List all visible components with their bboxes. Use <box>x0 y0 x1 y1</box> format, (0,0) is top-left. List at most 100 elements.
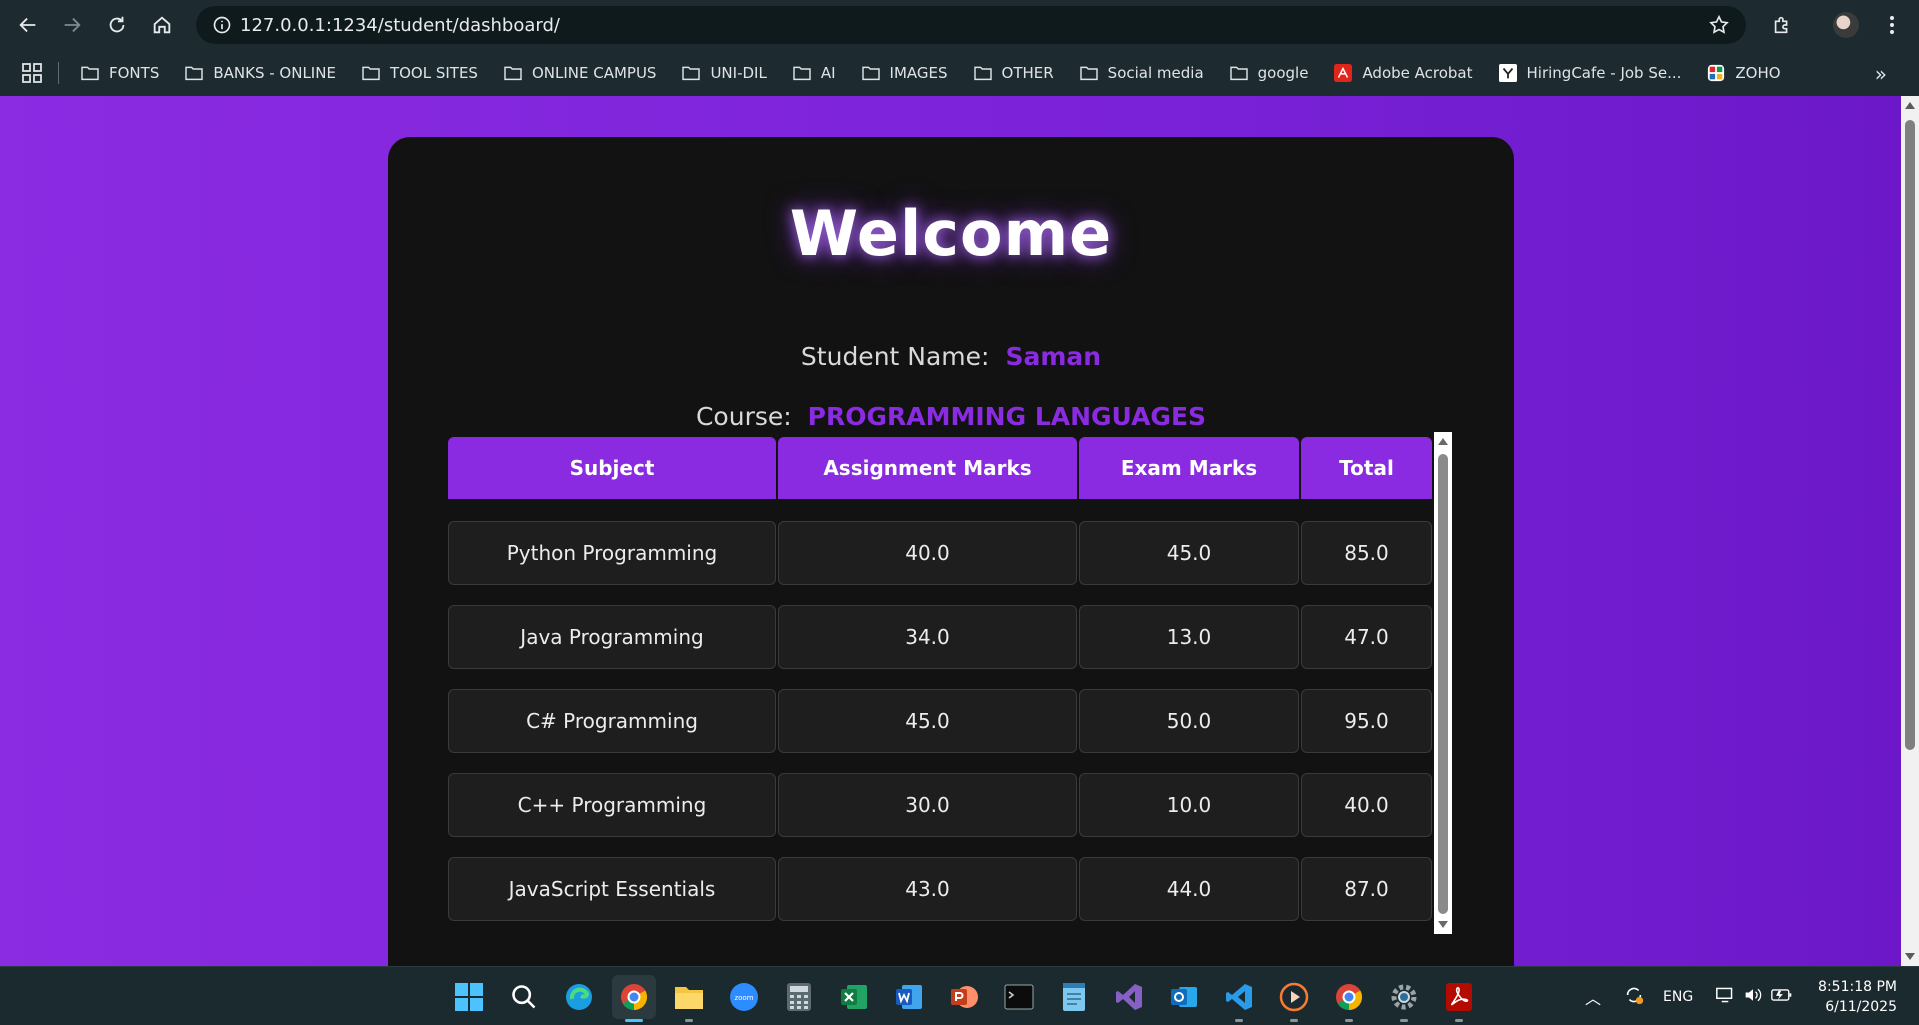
bookmark-ai[interactable]: AI <box>791 64 836 82</box>
taskbar-clock[interactable]: 8:51:18 PM 6/11/2025 <box>1818 977 1897 1017</box>
bookmark-label: ZOHO <box>1735 64 1781 82</box>
taskbar-powerpoint-icon[interactable] <box>942 975 986 1019</box>
system-tray: ︿ ENG <box>1585 967 1793 1025</box>
folder-icon <box>360 64 382 82</box>
bookmarks-overflow-chevron-icon[interactable]: » <box>1875 62 1887 86</box>
taskbar-running-indicator <box>1400 1019 1408 1022</box>
taskbar-running-indicator <box>1290 1019 1298 1022</box>
taskbar-zoom-icon[interactable]: zoom <box>722 975 766 1019</box>
page-viewport: Welcome Student Name: Saman Course: PROGRA… <box>0 96 1919 966</box>
bookmark-label: OTHER <box>1001 64 1054 82</box>
taskbar-notepad-icon[interactable] <box>1052 975 1096 1019</box>
reload-button[interactable] <box>95 3 139 47</box>
taskbar-chrome-icon[interactable] <box>612 975 656 1019</box>
bookmark-zoho[interactable]: ZOHO <box>1705 64 1781 82</box>
bookmark-uni-dil[interactable]: UNI-DIL <box>680 64 767 82</box>
cell-exam-marks: 50.0 <box>1079 689 1299 753</box>
url-text[interactable]: 127.0.0.1:1234/student/dashboard/ <box>240 15 560 36</box>
taskbar-file-explorer-icon[interactable] <box>667 975 711 1019</box>
profile-avatar[interactable] <box>1826 6 1866 44</box>
bookmark-fonts[interactable]: FONTS <box>79 64 159 82</box>
cell-exam-marks: 45.0 <box>1079 521 1299 585</box>
address-bar[interactable]: 127.0.0.1:1234/student/dashboard/ <box>196 6 1746 44</box>
student-name-value: Saman <box>1005 342 1102 371</box>
bookmark-label: BANKS - ONLINE <box>213 64 336 82</box>
cell-exam-marks: 10.0 <box>1079 773 1299 837</box>
forward-button[interactable] <box>50 3 94 47</box>
taskbar-terminal-icon[interactable] <box>997 975 1041 1019</box>
bookmarks-separator <box>58 62 59 84</box>
folder-icon <box>972 64 994 82</box>
bookmark-online-campus[interactable]: ONLINE CAMPUS <box>502 64 656 82</box>
cell-total: 47.0 <box>1301 605 1432 669</box>
taskbar-running-indicator <box>685 1019 693 1022</box>
battery-icon[interactable] <box>1771 987 1793 1007</box>
folder-icon <box>680 64 702 82</box>
taskbar-media-player-icon[interactable] <box>1272 975 1316 1019</box>
taskbar-search-icon[interactable] <box>502 975 546 1019</box>
taskbar-outlook-icon[interactable] <box>1162 975 1206 1019</box>
bookmark-label: Social media <box>1107 64 1204 82</box>
svg-text:zoom: zoom <box>734 994 753 1002</box>
table-scrollbar[interactable] <box>1434 432 1452 934</box>
taskbar-visual-studio-icon[interactable] <box>1107 975 1151 1019</box>
bookmark-other[interactable]: OTHER <box>972 64 1054 82</box>
taskbar-calculator-icon[interactable] <box>777 975 821 1019</box>
cell-subject: JavaScript Essentials <box>448 857 776 921</box>
cell-assignment-marks: 34.0 <box>778 605 1077 669</box>
table-row: C++ Programming 30.0 10.0 40.0 <box>448 773 1434 837</box>
table-row: Java Programming 34.0 13.0 47.0 <box>448 605 1434 669</box>
bookmark-tool-sites[interactable]: TOOL SITES <box>360 64 478 82</box>
bookmark-adobe-acrobat[interactable]: Adobe Acrobat <box>1332 64 1473 82</box>
scroll-up-arrow-icon[interactable] <box>1438 438 1448 445</box>
site-info-icon[interactable] <box>204 15 240 35</box>
cell-total: 40.0 <box>1301 773 1432 837</box>
page-scrollbar-thumb[interactable] <box>1905 120 1915 750</box>
taskbar-vscode-icon[interactable] <box>1217 975 1261 1019</box>
home-button[interactable] <box>140 3 184 47</box>
cell-total: 85.0 <box>1301 521 1432 585</box>
folder-icon <box>860 64 882 82</box>
browser-menu-button[interactable] <box>1872 6 1912 44</box>
taskbar-settings-icon[interactable] <box>1382 975 1426 1019</box>
tray-overflow-chevron-icon[interactable]: ︿ <box>1585 985 1601 1009</box>
zoho-icon <box>1705 64 1727 82</box>
language-indicator[interactable]: ENG <box>1663 989 1693 1005</box>
back-button[interactable] <box>6 3 50 47</box>
bookmark-images[interactable]: IMAGES <box>860 64 948 82</box>
taskbar-windows-start-icon[interactable] <box>447 975 491 1019</box>
taskbar-acrobat-taskbar-icon[interactable] <box>1437 975 1481 1019</box>
bookmark-star-icon[interactable] <box>1708 14 1730 40</box>
table-header-row: Subject Assignment Marks Exam Marks Tota… <box>448 437 1434 501</box>
table-row: JavaScript Essentials 43.0 44.0 87.0 <box>448 857 1434 921</box>
bookmark-google[interactable]: google <box>1228 64 1308 82</box>
taskbar-excel-icon[interactable] <box>832 975 876 1019</box>
table-scrollbar-thumb[interactable] <box>1438 454 1448 914</box>
acrobat-icon <box>1332 64 1354 82</box>
cell-total: 87.0 <box>1301 857 1432 921</box>
extensions-button[interactable] <box>1762 6 1802 44</box>
bookmark-social-media[interactable]: Social media <box>1078 64 1204 82</box>
cell-total: 95.0 <box>1301 689 1432 753</box>
column-header-exam-marks: Exam Marks <box>1079 437 1299 499</box>
taskbar-edge-icon[interactable] <box>557 975 601 1019</box>
page-scrollbar[interactable] <box>1901 96 1919 966</box>
page-scroll-up-icon[interactable] <box>1905 102 1915 109</box>
cell-exam-marks: 13.0 <box>1079 605 1299 669</box>
column-header-total: Total <box>1301 437 1432 499</box>
network-icon[interactable] <box>1715 986 1735 1008</box>
bookmark-banks-online[interactable]: BANKS - ONLINE <box>183 64 336 82</box>
browser-toolbar: 127.0.0.1:1234/student/dashboard/ <box>0 0 1919 50</box>
taskbar-chrome-alt-icon[interactable] <box>1327 975 1371 1019</box>
page-scroll-down-icon[interactable] <box>1905 953 1915 960</box>
apps-grid-icon[interactable] <box>20 61 44 85</box>
bookmark-hiringcafe-job-se[interactable]: HiringCafe - Job Se... <box>1497 64 1681 82</box>
taskbar-word-icon[interactable] <box>887 975 931 1019</box>
volume-icon[interactable] <box>1743 986 1763 1008</box>
avatar <box>1833 12 1859 38</box>
folder-icon <box>791 64 813 82</box>
sync-icon[interactable] <box>1623 984 1645 1010</box>
student-info: Student Name: Saman <box>388 342 1514 371</box>
bookmark-label: UNI-DIL <box>710 64 767 82</box>
scroll-down-arrow-icon[interactable] <box>1438 921 1448 928</box>
